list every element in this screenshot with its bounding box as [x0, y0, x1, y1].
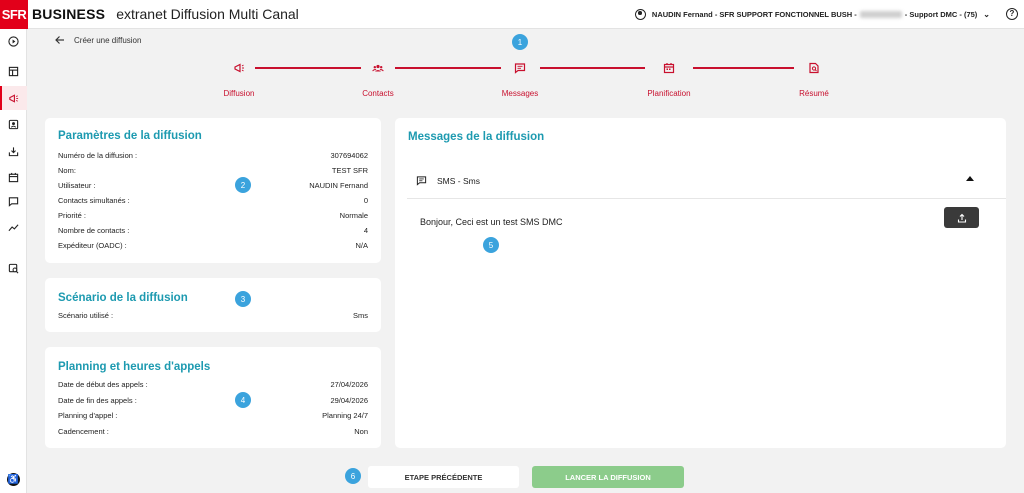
params-label: Priorité : — [58, 211, 86, 220]
planning-label: Date de fin des appels : — [58, 396, 137, 405]
params-row: Contacts simultanés : 0 — [58, 196, 368, 205]
caret-up-icon[interactable] — [966, 176, 974, 181]
user-name-suffix: - Support DMC - (75) — [904, 10, 978, 19]
redacted-id — [859, 11, 902, 18]
params-value: 4 — [363, 226, 368, 235]
params-card: Paramètres de la diffusion Numéro de la … — [45, 118, 381, 263]
planning-title: Planning et heures d'appels — [58, 361, 211, 373]
params-row: Numéro de la diffusion : 307694062 — [58, 151, 368, 160]
params-value: 307694062 — [330, 151, 368, 160]
params-row: Expéditeur (OADC) : N/A — [58, 241, 368, 250]
back-link[interactable]: Créer une diffusion — [55, 35, 141, 45]
messages-title: Messages de la diffusion — [408, 131, 545, 143]
message-text: Bonjour, Ceci est un test SMS DMC — [420, 217, 563, 227]
contact-card-icon[interactable] — [0, 112, 27, 136]
params-label: Nombre de contacts : — [58, 226, 130, 235]
marker-badge: 2 — [235, 177, 251, 193]
marker-badge: 1 — [512, 34, 528, 50]
planning-label: Planning d'appel : — [58, 411, 118, 420]
params-value: Normale — [339, 211, 368, 220]
planning-value: Non — [354, 427, 368, 436]
back-link-label: Créer une diffusion — [74, 35, 142, 45]
help-icon[interactable]: ? — [1006, 8, 1018, 20]
planning-value: Planning 24/7 — [322, 411, 368, 420]
planning-label: Cadencement : — [58, 427, 109, 436]
upload-icon — [957, 213, 966, 223]
planning-label: Date de début des appels : — [58, 380, 148, 389]
step-connector — [255, 67, 361, 69]
play-circle-icon[interactable] — [0, 29, 27, 53]
message-accordion-header[interactable]: SMS - Sms — [416, 175, 480, 186]
scenario-title: Scénario de la diffusion — [58, 292, 188, 304]
params-label: Expéditeur (OADC) : — [58, 241, 127, 250]
accessibility-icon[interactable]: ♿ — [7, 473, 20, 486]
params-value: TEST SFR — [331, 166, 368, 175]
step-connector — [540, 67, 645, 69]
sidebar — [0, 29, 27, 493]
app-title: extranet Diffusion Multi Canal — [116, 6, 299, 22]
message-channel-label: SMS - Sms — [437, 175, 480, 186]
params-label: Contacts simultanés : — [58, 196, 130, 205]
scenario-label: Scénario utilisé : — [58, 311, 114, 320]
params-value: N/A — [355, 241, 368, 250]
step-resume-icon[interactable] — [807, 61, 821, 75]
step-label-diffusion[interactable]: Diffusion — [189, 89, 289, 98]
launch-diffusion-button[interactable]: LANCER LA DIFFUSION — [532, 466, 684, 488]
params-label: Nom: — [58, 166, 76, 175]
params-value: 0 — [363, 196, 368, 205]
marker-badge: 6 — [345, 468, 361, 484]
scenario-value: Sms — [353, 311, 368, 320]
planning-row: Planning d'appel : Planning 24/7 — [58, 411, 368, 420]
step-messages-icon[interactable] — [513, 61, 527, 75]
step-label-contacts[interactable]: Contacts — [328, 89, 428, 98]
params-label: Numéro de la diffusion : — [58, 151, 138, 160]
params-title: Paramètres de la diffusion — [58, 130, 202, 142]
sfr-logo[interactable]: SFR — [0, 0, 28, 29]
step-planification-icon[interactable] — [662, 61, 676, 75]
dashboard-icon[interactable] — [0, 59, 27, 83]
step-contacts-icon[interactable] — [371, 61, 385, 75]
step-label-messages[interactable]: Messages — [470, 89, 570, 98]
top-bar: SFR BUSINESS extranet Diffusion Multi Ca… — [0, 0, 1024, 29]
params-value: NAUDIN Fernand — [309, 181, 368, 190]
trend-chart-icon[interactable] — [0, 215, 27, 239]
planning-row: Date de début des appels : 27/04/2026 — [58, 380, 368, 389]
marker-badge: 4 — [235, 392, 251, 408]
planning-value: 27/04/2026 — [330, 380, 368, 389]
megaphone-icon[interactable] — [0, 86, 27, 110]
planning-value: 29/04/2026 — [330, 396, 368, 405]
inbox-download-icon[interactable] — [0, 139, 27, 163]
step-connector — [395, 67, 501, 69]
params-label: Utilisateur : — [58, 181, 96, 190]
marker-badge: 5 — [483, 237, 499, 253]
arrow-left-icon — [55, 36, 64, 44]
params-row: Utilisateur : NAUDIN Fernand — [58, 181, 368, 190]
planning-row: Date de fin des appels : 29/04/2026 — [58, 396, 368, 405]
scenario-card: Scénario de la diffusion Scénario utilis… — [45, 278, 381, 332]
step-label-planification[interactable]: Planification — [619, 89, 719, 98]
message-icon — [416, 176, 427, 186]
step-label-resume[interactable]: Résumé — [764, 89, 864, 98]
params-row: Nombre de contacts : 4 — [58, 226, 368, 235]
user-avatar-icon — [634, 9, 646, 20]
chevron-down-icon: ⌄ — [983, 10, 990, 19]
previous-step-button[interactable]: ETAPE PRÉCÉDENTE — [368, 466, 519, 488]
step-diffusion-icon[interactable] — [232, 61, 246, 75]
marker-badge: 3 — [235, 291, 251, 307]
divider — [407, 198, 1006, 199]
calendar-icon[interactable] — [0, 165, 27, 189]
params-row: Nom: TEST SFR — [58, 166, 368, 175]
step-connector — [693, 67, 794, 69]
upload-button[interactable] — [944, 207, 979, 228]
planning-row: Cadencement : Non — [58, 427, 368, 436]
chat-icon[interactable] — [0, 189, 27, 213]
brand-name: BUSINESS — [32, 6, 106, 22]
settings-search-icon[interactable] — [0, 256, 27, 280]
planning-card: Planning et heures d'appels Date de débu… — [45, 347, 381, 448]
user-name-prefix: NAUDIN Fernand - SFR SUPPORT FONCTIONNEL… — [651, 10, 857, 19]
user-menu[interactable]: NAUDIN Fernand - SFR SUPPORT FONCTIONNEL… — [634, 0, 990, 29]
messages-card: Messages de la diffusion SMS - Sms Bonjo… — [395, 118, 1006, 448]
scenario-row: Scénario utilisé : Sms — [58, 311, 368, 320]
params-row: Priorité : Normale — [58, 211, 368, 220]
